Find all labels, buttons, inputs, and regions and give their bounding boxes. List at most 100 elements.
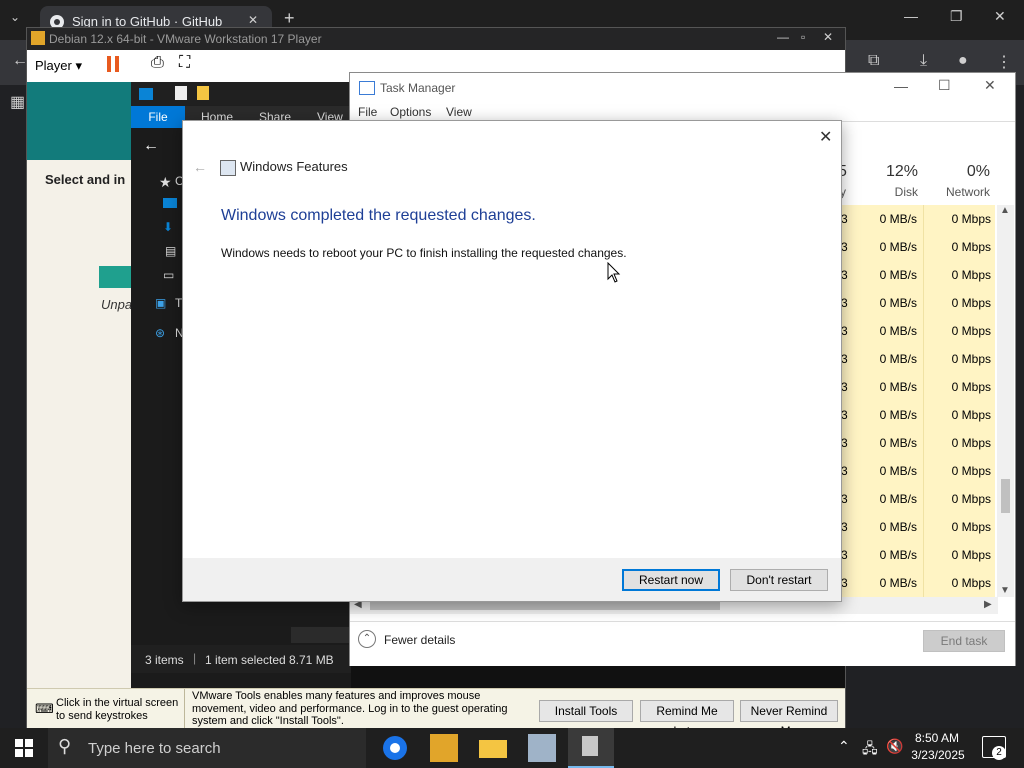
collapse-icon[interactable]: ⌃ — [358, 630, 376, 648]
explorer-back-icon[interactable]: ← — [143, 137, 159, 155]
table-row[interactable]: 3 0 MB/s 0 Mbps — [839, 569, 995, 597]
download-icon[interactable]: ⤓ — [920, 52, 927, 70]
table-row[interactable]: 3 0 MB/s 0 Mbps — [839, 457, 995, 485]
table-row[interactable]: 3 0 MB/s 0 Mbps — [839, 233, 995, 261]
nav-pictures-icon[interactable]: ▭ — [163, 268, 174, 282]
windows-start-icon[interactable] — [15, 739, 33, 757]
fullscreen-icon[interactable]: ⛶ — [179, 54, 190, 72]
cell-disk: 0 MB/s — [879, 268, 917, 282]
nav-star-icon[interactable]: ★ — [159, 174, 172, 191]
dialog-back-icon[interactable]: ← — [193, 159, 207, 175]
vm-minimize-icon[interactable]: — — [777, 30, 789, 44]
cell-disk: 0 MB/s — [879, 576, 917, 590]
folder-icon[interactable] — [197, 86, 209, 100]
explorer-taskbar-icon[interactable] — [479, 740, 507, 758]
table-row[interactable]: 3 0 MB/s 0 Mbps — [839, 289, 995, 317]
scroll-down-icon[interactable]: ▼ — [1000, 585, 1010, 596]
tm-menu-view[interactable]: View — [446, 105, 472, 119]
minimize-icon[interactable]: — — [904, 8, 918, 24]
profile-icon[interactable]: ● — [958, 52, 968, 70]
windows-features-taskbar-button[interactable] — [568, 728, 614, 768]
cell-partial: 3 — [841, 212, 848, 226]
guest-unpa-text: Unpa — [101, 297, 133, 312]
guest-install-button[interactable] — [99, 266, 131, 288]
nav-downloads-icon[interactable]: ⬇ — [163, 220, 173, 234]
nav-network-icon[interactable]: ⊛ — [155, 326, 165, 340]
table-row[interactable]: 3 0 MB/s 0 Mbps — [839, 513, 995, 541]
table-row[interactable]: 3 0 MB/s 0 Mbps — [839, 401, 995, 429]
cell-partial: 3 — [841, 324, 848, 338]
nav-documents-icon[interactable]: ▤ — [165, 244, 176, 258]
dialog-header-title: Windows Features — [240, 159, 348, 174]
cell-partial: 3 — [841, 576, 848, 590]
table-row[interactable]: 3 0 MB/s 0 Mbps — [839, 345, 995, 373]
table-row[interactable]: 3 0 MB/s 0 Mbps — [839, 317, 995, 345]
nav-thispc-icon[interactable]: ▣ — [155, 296, 166, 310]
cell-network: 0 Mbps — [951, 268, 991, 282]
tm-close-icon[interactable]: ✕ — [984, 77, 996, 94]
scroll-thumb[interactable] — [1001, 479, 1010, 513]
cell-disk: 0 MB/s — [879, 324, 917, 338]
clock-time[interactable]: 8:50 AM — [912, 731, 962, 745]
table-row[interactable]: 3 0 MB/s 0 Mbps — [839, 205, 995, 233]
cell-separator — [923, 457, 924, 485]
tm-menubar: File Options View — [350, 103, 1015, 121]
cell-disk: 0 MB/s — [879, 408, 917, 422]
player-menu-label: Player — [35, 58, 72, 73]
menu-icon[interactable]: ⋮ — [996, 52, 1012, 72]
hscroll-thumb[interactable] — [370, 601, 720, 610]
vm-close-icon[interactable]: ✕ — [823, 30, 833, 44]
table-row[interactable]: 3 0 MB/s 0 Mbps — [839, 485, 995, 513]
tm-maximize-icon[interactable]: ☐ — [938, 77, 951, 94]
fewer-details-link[interactable]: Fewer details — [384, 633, 455, 647]
cell-network: 0 Mbps — [951, 464, 991, 478]
cell-separator — [923, 401, 924, 429]
guest-webpage: Select and in Unpa — [27, 82, 133, 688]
tray-chevron-icon[interactable]: ⌃ — [838, 738, 850, 755]
status-items: 3 items — [145, 653, 184, 667]
puzzle-icon[interactable]: ⧉ — [868, 52, 879, 70]
table-row[interactable]: 3 0 MB/s 0 Mbps — [839, 261, 995, 289]
dialog-body: Windows needs to reboot your PC to finis… — [221, 246, 627, 260]
restart-now-button[interactable]: Restart now — [622, 569, 720, 591]
table-row[interactable]: 3 0 MB/s 0 Mbps — [839, 373, 995, 401]
install-tools-button[interactable]: Install Tools — [539, 700, 633, 722]
ribbon-file-tab[interactable]: File — [131, 106, 185, 128]
end-task-button[interactable]: End task — [923, 630, 1005, 652]
table-row[interactable]: 3 0 MB/s 0 Mbps — [839, 541, 995, 569]
tab-close-icon[interactable]: ✕ — [248, 13, 258, 27]
nav-desktop-icon[interactable] — [163, 198, 177, 208]
properties-icon[interactable] — [175, 86, 187, 100]
tm-menu-options[interactable]: Options — [390, 105, 431, 119]
table-row[interactable]: 3 0 MB/s 0 Mbps — [839, 429, 995, 457]
new-tab-icon[interactable]: + — [284, 8, 295, 29]
chrome-taskbar-icon[interactable] — [381, 734, 409, 762]
explorer-scrollbar[interactable] — [291, 627, 351, 643]
close-window-icon[interactable]: ✕ — [994, 8, 1006, 25]
network-icon[interactable]: 🖧 — [862, 738, 878, 762]
vm-maximize-icon[interactable]: ▫ — [801, 30, 805, 44]
player-menu[interactable]: Player ▾ — [35, 58, 82, 74]
scroll-right-icon[interactable]: ▶ — [984, 599, 992, 610]
apps-icon[interactable]: ▦ — [10, 92, 25, 112]
never-remind-button[interactable]: Never Remind Me — [740, 700, 838, 738]
col-network-label[interactable]: Network — [920, 185, 990, 199]
vmware-taskbar-icon[interactable] — [430, 734, 458, 762]
remind-later-button[interactable]: Remind Me Later — [640, 700, 734, 738]
tm-vscrollbar[interactable]: ▲ ▼ — [997, 205, 1014, 597]
clock-date[interactable]: 3/23/2025 — [909, 748, 967, 762]
scroll-up-icon[interactable]: ▲ — [1000, 205, 1010, 216]
pause-icon[interactable] — [107, 56, 111, 72]
col-disk-label[interactable]: Disk — [858, 185, 918, 199]
taskbar-search[interactable]: ⚲ Type here to search — [48, 728, 366, 768]
maximize-icon[interactable]: ❐ — [950, 8, 963, 25]
tm-minimize-icon[interactable]: — — [894, 78, 908, 94]
tab-search-chevron-icon[interactable]: ⌄ — [10, 10, 20, 24]
dialog-close-icon[interactable]: ✕ — [819, 127, 832, 147]
send-ctrl-alt-del-icon[interactable]: ⎙ — [151, 54, 164, 72]
volume-muted-icon[interactable]: 🔇 — [886, 738, 903, 755]
dont-restart-button[interactable]: Don't restart — [730, 569, 828, 591]
task-manager-taskbar-icon[interactable] — [528, 734, 556, 762]
cell-disk: 0 MB/s — [879, 380, 917, 394]
tm-menu-file[interactable]: File — [358, 105, 377, 119]
